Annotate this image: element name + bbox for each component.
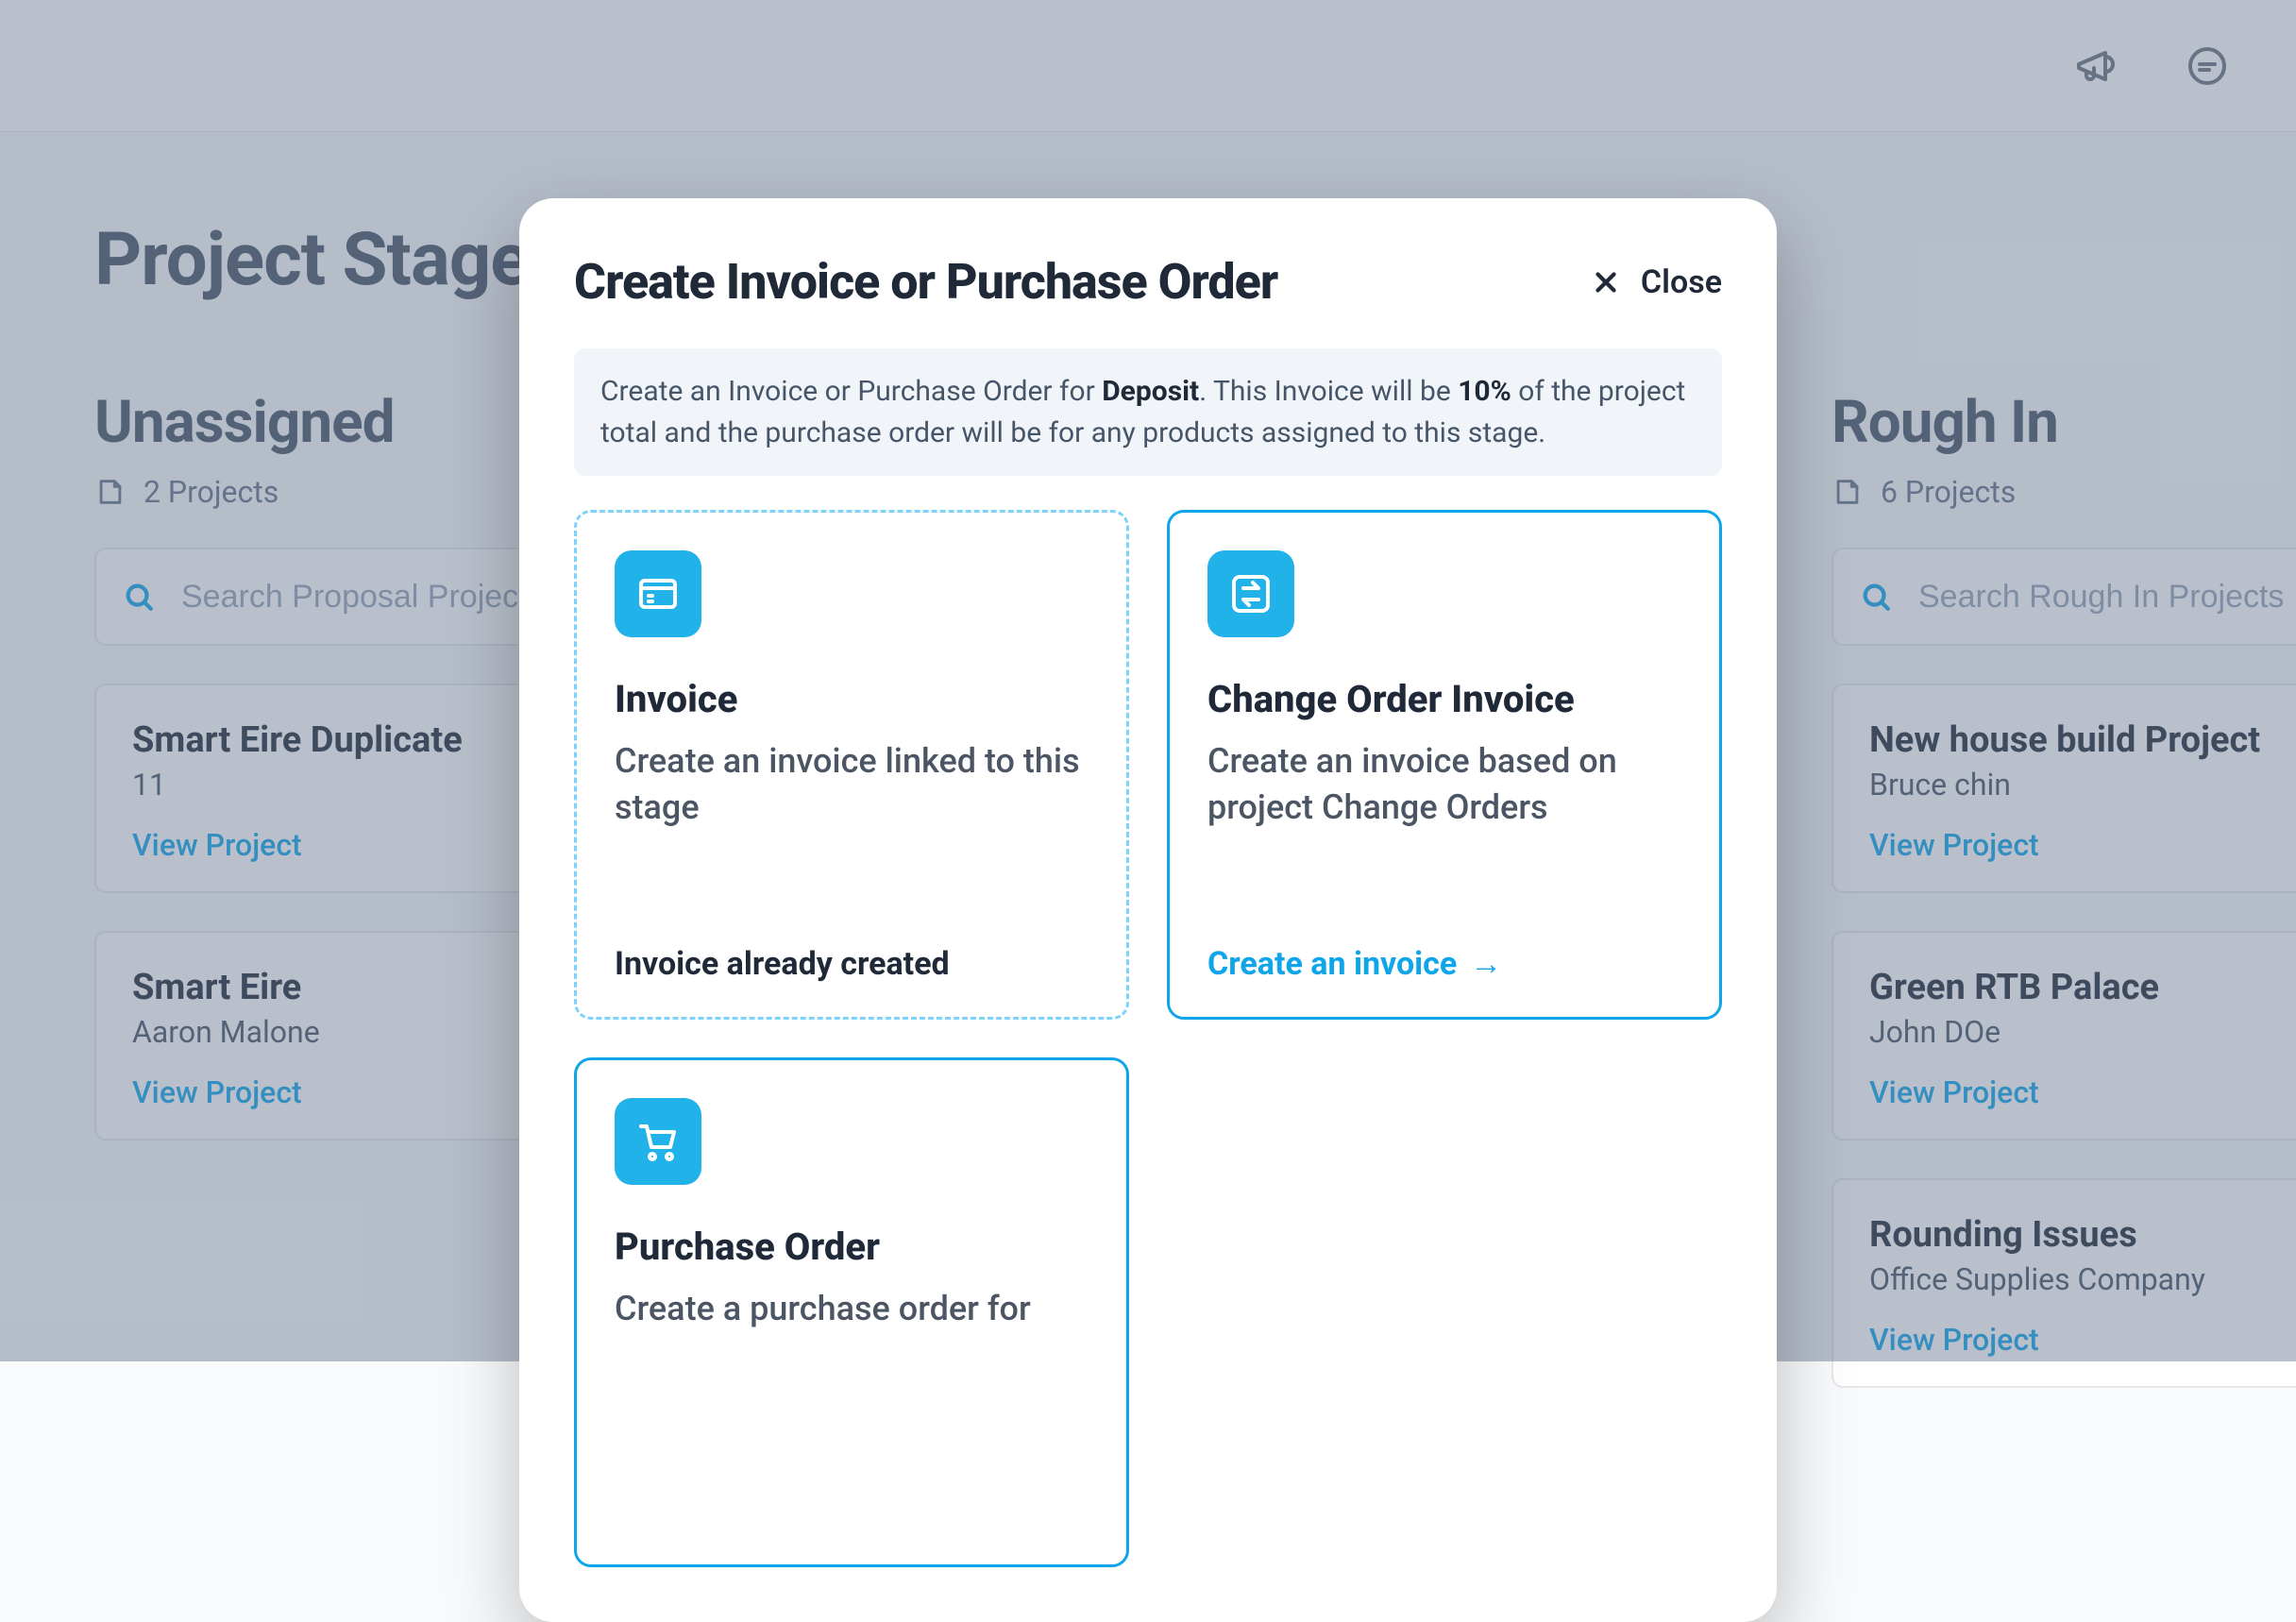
cart-icon xyxy=(615,1098,701,1185)
create-invoice-modal: Create Invoice or Purchase Order Close C… xyxy=(519,198,1777,1622)
modal-header: Create Invoice or Purchase Order Close xyxy=(574,253,1722,311)
modal-note: Create an Invoice or Purchase Order for … xyxy=(574,348,1722,476)
close-icon xyxy=(1590,266,1622,298)
invoice-icon xyxy=(615,550,701,637)
option-title: Invoice xyxy=(615,677,1089,721)
create-invoice-link[interactable]: Create an invoice → xyxy=(1207,945,1681,983)
close-label: Close xyxy=(1641,263,1722,301)
option-change-order-invoice[interactable]: Change Order Invoice Create an invoice b… xyxy=(1167,510,1722,1020)
swap-icon xyxy=(1207,550,1294,637)
modal-title: Create Invoice or Purchase Order xyxy=(574,253,1277,311)
option-footer: Invoice already created xyxy=(615,945,1089,983)
close-button[interactable]: Close xyxy=(1590,263,1722,301)
option-title: Purchase Order xyxy=(615,1225,1089,1269)
note-text: . This Invoice will be xyxy=(1199,375,1458,408)
note-stage: Deposit xyxy=(1102,375,1199,408)
option-grid: Invoice Create an invoice linked to this… xyxy=(574,510,1722,1567)
option-desc: Create a purchase order for xyxy=(615,1286,1089,1332)
option-desc: Create an invoice based on project Chang… xyxy=(1207,738,1681,830)
arrow-right-icon: → xyxy=(1470,945,1502,983)
note-percent: 10% xyxy=(1458,375,1511,408)
option-invoice[interactable]: Invoice Create an invoice linked to this… xyxy=(574,510,1129,1020)
option-desc: Create an invoice linked to this stage xyxy=(615,738,1089,830)
option-purchase-order[interactable]: Purchase Order Create a purchase order f… xyxy=(574,1057,1129,1567)
cta-label: Create an invoice xyxy=(1207,945,1457,983)
note-text: Create an Invoice or Purchase Order for xyxy=(600,375,1102,408)
option-title: Change Order Invoice xyxy=(1207,677,1681,721)
